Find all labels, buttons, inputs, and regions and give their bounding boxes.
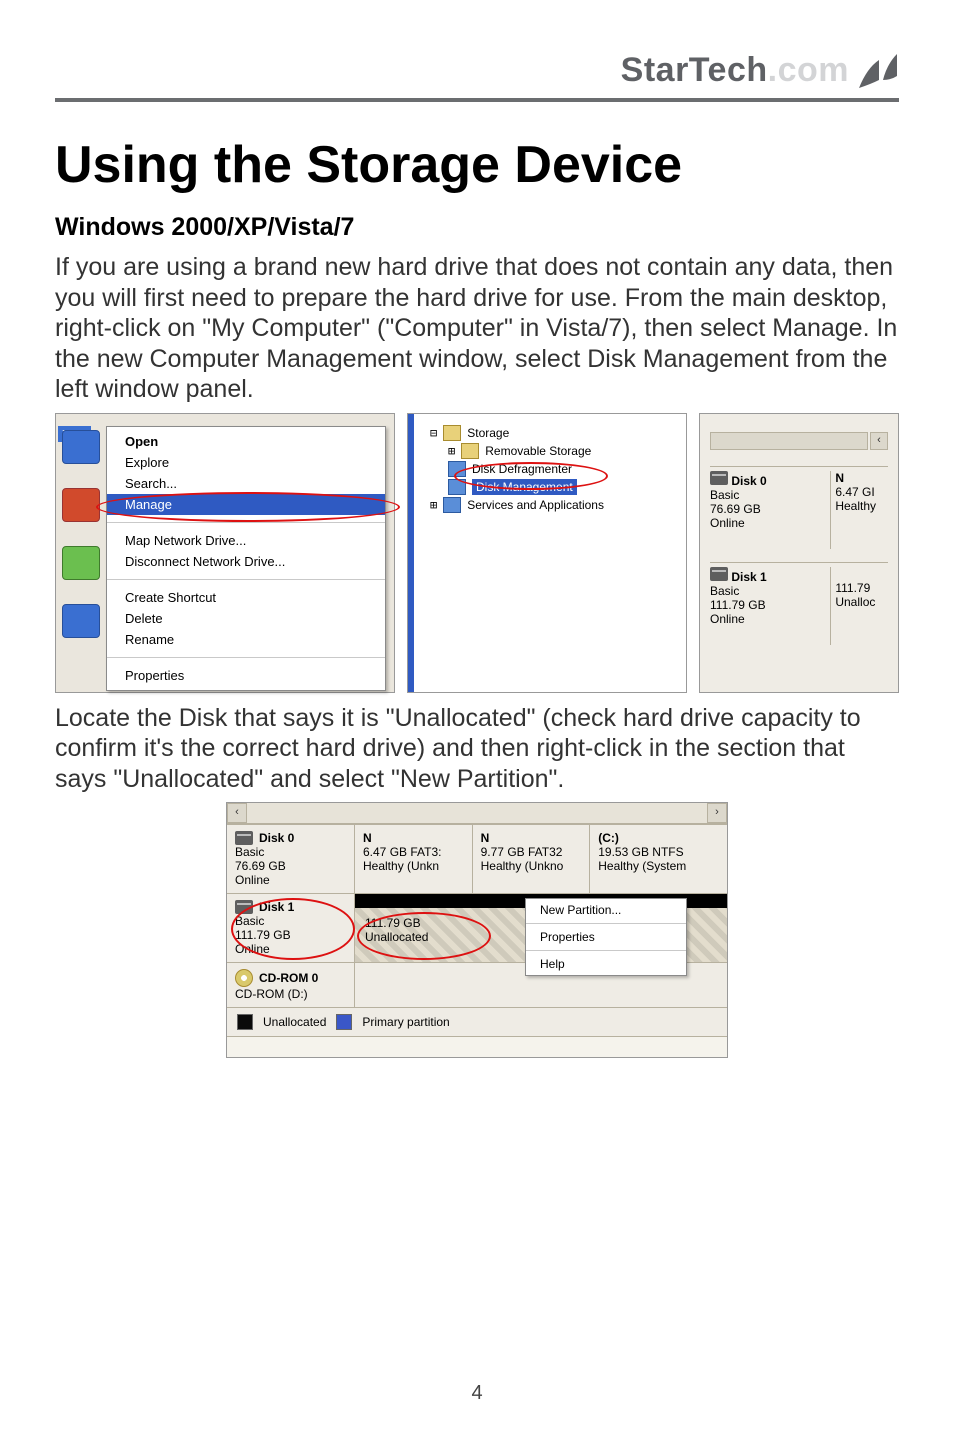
menu-item-delete[interactable]: Delete bbox=[107, 608, 385, 629]
figure-context-menu: My C Open Explore Search... Manage Map N… bbox=[55, 413, 395, 693]
scrollbar-track[interactable] bbox=[710, 432, 868, 450]
disk0-partition-1[interactable]: N 9.77 GB FAT32 Healthy (Unkno bbox=[473, 825, 591, 893]
menu-item-map-drive[interactable]: Map Network Drive... bbox=[107, 530, 385, 551]
brand-bar: StarTech.com bbox=[621, 50, 899, 90]
disk1-row[interactable]: Disk 1 Basic 111.79 GB Online 111.79 Una… bbox=[710, 562, 888, 645]
page-number: 4 bbox=[0, 1382, 954, 1405]
tree-node-services[interactable]: ⊞Services and Applications bbox=[420, 496, 604, 514]
page-title: Using the Storage Device bbox=[55, 135, 899, 195]
menu-item-properties[interactable]: Properties bbox=[107, 665, 385, 686]
ctx-properties[interactable]: Properties bbox=[526, 926, 686, 948]
header-divider bbox=[55, 98, 899, 102]
cdrom-icon bbox=[235, 969, 253, 987]
unallocated-label: Unallocated bbox=[365, 930, 428, 944]
my-computer-icon[interactable] bbox=[62, 430, 100, 464]
figure-disk-management-main: ‹ › Disk 0 Basic 76.69 GB Online N 6.47 … bbox=[226, 802, 728, 1058]
legend: Unallocated Primary partition bbox=[227, 1007, 727, 1036]
unallocated-context-menu: New Partition... Properties Help bbox=[525, 898, 687, 976]
menu-item-explore[interactable]: Explore bbox=[107, 452, 385, 473]
disk0-partition-0[interactable]: N 6.47 GB FAT3: Healthy (Unkn bbox=[355, 825, 473, 893]
disk-icon bbox=[710, 567, 728, 581]
desktop-icon-2[interactable] bbox=[62, 488, 100, 522]
disk1-row[interactable]: Disk 1 Basic 111.79 GB Online 111.79 GB … bbox=[227, 893, 727, 962]
unallocated-size: 111.79 GB bbox=[365, 916, 428, 930]
status-strip bbox=[227, 1036, 727, 1057]
menu-item-disconnect-drive[interactable]: Disconnect Network Drive... bbox=[107, 551, 385, 572]
menu-item-search[interactable]: Search... bbox=[107, 473, 385, 494]
section-subtitle: Windows 2000/XP/Vista/7 bbox=[55, 213, 899, 242]
disk0-row[interactable]: Disk 0 Basic 76.69 GB Online N 6.47 GI H… bbox=[710, 466, 888, 549]
recycle-bin-icon[interactable] bbox=[62, 546, 100, 580]
figure-disk-list-small: ‹ Disk 0 Basic 76.69 GB Online N 6.47 GI… bbox=[699, 413, 899, 693]
my-computer-context-menu: Open Explore Search... Manage Map Networ… bbox=[106, 426, 386, 691]
desktop-icons bbox=[62, 430, 102, 662]
disk0-row[interactable]: Disk 0 Basic 76.69 GB Online N 6.47 GB F… bbox=[227, 824, 727, 893]
menu-item-open[interactable]: Open bbox=[107, 431, 385, 452]
menu-item-shortcut[interactable]: Create Shortcut bbox=[107, 587, 385, 608]
paragraph-2: Locate the Disk that says it is "Unalloc… bbox=[55, 703, 899, 795]
scroll-left-button[interactable]: ‹ bbox=[227, 803, 247, 823]
ctx-new-partition[interactable]: New Partition... bbox=[526, 899, 686, 921]
tree-vertical-bar bbox=[408, 414, 414, 692]
top-scrollbar[interactable]: ‹ › bbox=[227, 803, 727, 824]
disk-icon bbox=[235, 900, 253, 914]
paragraph-1: If you are using a brand new hard drive … bbox=[55, 252, 899, 405]
disk-icon bbox=[710, 471, 728, 485]
disk0-partition-2[interactable]: (C:) 19.53 GB NTFS Healthy (System bbox=[590, 825, 727, 893]
tree-node-removable[interactable]: ⊞Removable Storage bbox=[420, 442, 604, 460]
disk-icon bbox=[235, 831, 253, 845]
tree-node-disk-management[interactable]: Disk Management bbox=[420, 478, 604, 496]
legend-unallocated-label: Unallocated bbox=[263, 1015, 326, 1029]
ie-icon[interactable] bbox=[62, 604, 100, 638]
scroll-left-button[interactable]: ‹ bbox=[870, 432, 888, 450]
scroll-right-button[interactable]: › bbox=[707, 803, 727, 823]
legend-swatch-unallocated bbox=[237, 1014, 253, 1030]
ctx-help[interactable]: Help bbox=[526, 953, 686, 975]
menu-item-rename[interactable]: Rename bbox=[107, 629, 385, 650]
mmc-tree: ⊟Storage ⊞Removable Storage Disk Defragm… bbox=[420, 424, 604, 514]
brand-logo-icon bbox=[857, 50, 899, 90]
menu-item-manage[interactable]: Manage bbox=[107, 494, 385, 515]
legend-primary-label: Primary partition bbox=[362, 1015, 449, 1029]
tree-node-storage[interactable]: ⊟Storage bbox=[420, 424, 604, 442]
brand-name: StarTech.com bbox=[621, 51, 849, 90]
legend-swatch-primary bbox=[336, 1014, 352, 1030]
figure-row-1: My C Open Explore Search... Manage Map N… bbox=[55, 413, 899, 693]
tree-node-defrag[interactable]: Disk Defragmenter bbox=[420, 460, 604, 478]
figure-tree-panel: ⊟Storage ⊞Removable Storage Disk Defragm… bbox=[407, 413, 687, 693]
